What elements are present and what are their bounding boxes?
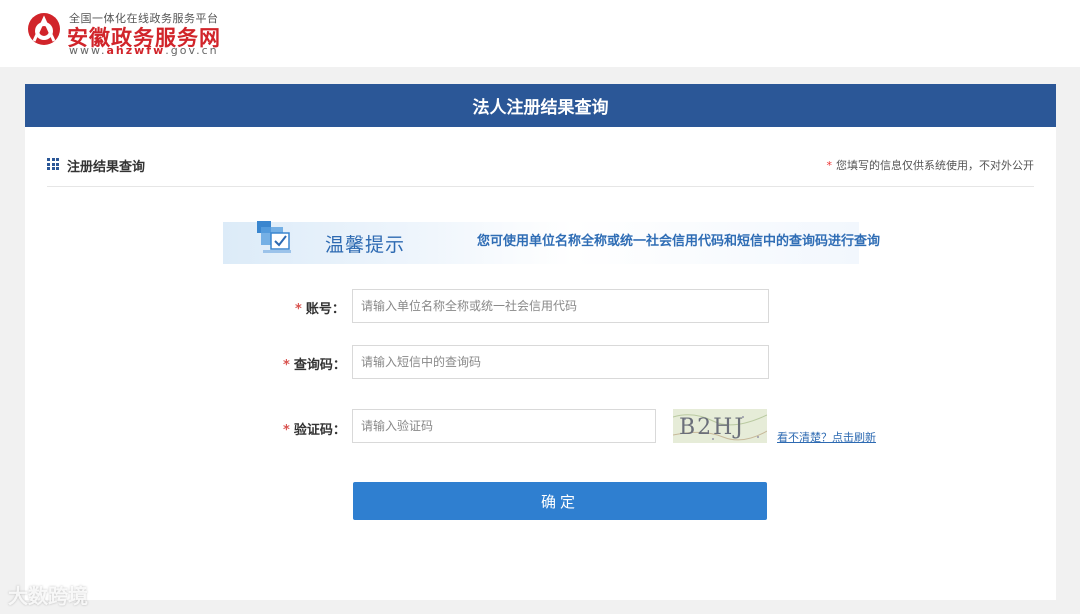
captcha-text: B2HJ xyxy=(679,415,745,440)
section-title: 注册结果查询 xyxy=(67,160,146,175)
captcha-input[interactable] xyxy=(352,409,656,443)
account-label-text: 账号： xyxy=(305,302,345,317)
privacy-note: * 您填写的信息仅供系统使用，不对外公开 xyxy=(827,157,1035,173)
tip-monitor-icon xyxy=(257,221,291,253)
logo-url: www.ahzwfw.gov.cn xyxy=(69,44,219,57)
required-mark: * xyxy=(283,423,290,438)
privacy-note-text: 您填写的信息仅供系统使用，不对外公开 xyxy=(836,159,1034,172)
watermark-text: 大数跨境 xyxy=(8,584,88,608)
tip-text: 您可使用单位名称全称或统一社会信用代码和短信中的查询码进行查询 xyxy=(477,234,881,249)
account-label: * 账号： xyxy=(295,298,345,317)
privacy-note-star: * xyxy=(826,159,833,172)
watermark: 大数跨境 xyxy=(8,580,88,609)
query-code-input[interactable] xyxy=(352,345,769,379)
query-card: 法人注册结果查询 注册结果查询 * 您填写的信息仅供系统使用，不对外公开 温馨提示… xyxy=(25,84,1056,600)
site-header: 全国一体化在线政务服务平台 安徽政务服务网 www.ahzwfw.gov.cn xyxy=(0,0,1080,67)
ahzwfw-logo-icon[interactable] xyxy=(26,11,62,47)
required-mark: * xyxy=(283,358,290,373)
tip-title: 温馨提示 xyxy=(325,234,406,256)
page-title: 法人注册结果查询 xyxy=(25,84,1056,127)
logo-url-prefix: www. xyxy=(69,44,107,57)
captcha-label-text: 验证码： xyxy=(293,423,346,438)
query-code-label: * 查询码： xyxy=(283,354,346,373)
captcha-label: * 验证码： xyxy=(283,419,346,438)
captcha-image[interactable]: B2HJ xyxy=(673,409,767,443)
account-input[interactable] xyxy=(352,289,769,323)
required-mark: * xyxy=(295,302,302,317)
refresh-captcha-link[interactable]: 看不清楚？点击刷新 xyxy=(777,429,876,445)
section-header: 注册结果查询 * 您填写的信息仅供系统使用，不对外公开 xyxy=(47,142,1034,187)
query-code-label-text: 查询码： xyxy=(293,358,346,373)
logo-url-suffix: .gov.cn xyxy=(165,44,219,57)
grid-dots-icon xyxy=(47,158,59,170)
submit-button[interactable]: 确定 xyxy=(353,482,767,520)
logo-url-brand: ahzwfw xyxy=(106,44,166,57)
captcha-noise: B2HJ xyxy=(673,409,767,443)
